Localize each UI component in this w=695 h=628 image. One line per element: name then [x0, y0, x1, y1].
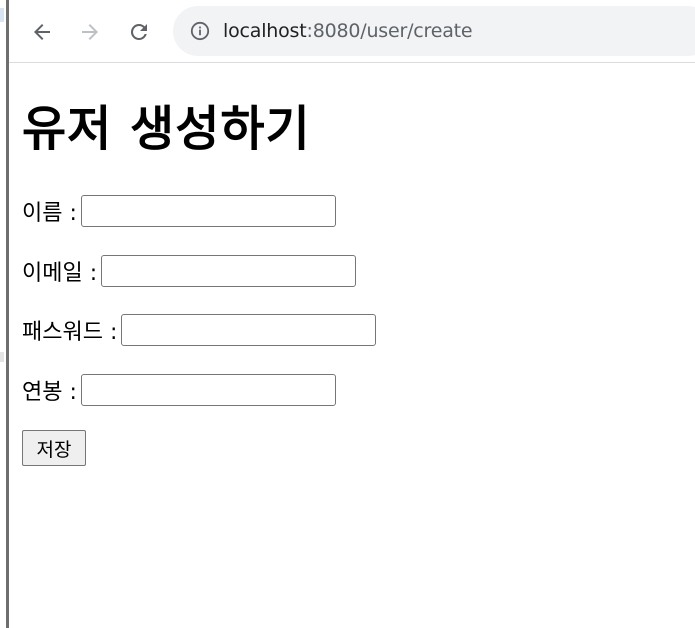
- side-panel-tab: [0, 8, 4, 22]
- email-row: 이메일 :: [22, 255, 357, 287]
- page-title: 유저 생성하기: [22, 101, 311, 157]
- side-panel-marker: [0, 352, 4, 362]
- name-label: 이름 :: [22, 201, 77, 226]
- info-icon[interactable]: [190, 21, 210, 41]
- url-host: localhost: [223, 20, 307, 42]
- password-row: 패스워드 :: [22, 314, 377, 346]
- browser-toolbar: localhost:8080/user/create: [9, 0, 695, 63]
- password-input[interactable]: [121, 314, 377, 346]
- address-bar[interactable]: localhost:8080/user/create: [173, 6, 695, 56]
- name-row: 이름 :: [22, 195, 336, 227]
- save-button[interactable]: 저장: [22, 430, 86, 466]
- back-button[interactable]: [22, 12, 62, 52]
- forward-button[interactable]: [70, 12, 110, 52]
- url-path: :8080/user/create: [306, 20, 473, 42]
- email-input[interactable]: [101, 255, 357, 287]
- url-text[interactable]: localhost:8080/user/create: [223, 19, 473, 43]
- arrow-right-icon: [82, 24, 98, 40]
- reload-icon: [130, 23, 147, 40]
- reload-button[interactable]: [119, 12, 159, 52]
- password-label: 패스워드 :: [22, 320, 118, 345]
- salary-row: 연봉 :: [22, 374, 336, 406]
- arrow-left-icon: [34, 24, 50, 40]
- salary-label: 연봉 :: [22, 380, 77, 405]
- window-left-edge: [0, 0, 9, 628]
- page-content: 유저 생성하기 이름 : 이메일 : 패스워드 : 연봉 : 저장: [9, 64, 695, 628]
- email-label: 이메일 :: [22, 261, 98, 286]
- salary-input[interactable]: [80, 374, 336, 406]
- name-input[interactable]: [80, 195, 336, 227]
